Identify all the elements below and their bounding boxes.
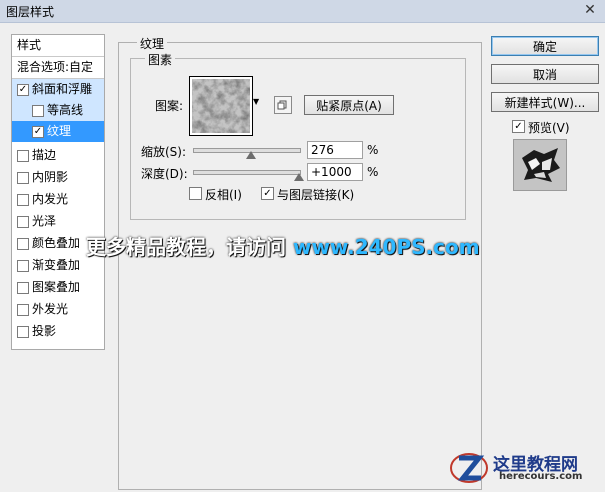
scale-input[interactable]: 276 (307, 141, 363, 159)
style-item-inner-glow[interactable]: 内发光 (12, 189, 104, 210)
new-preset-icon[interactable] (274, 96, 292, 114)
style-item-inner-shadow[interactable]: 内阴影 (12, 167, 104, 188)
preview-label: 预览(V) (528, 121, 570, 135)
preview-checkbox[interactable]: ✓ (512, 120, 525, 133)
site-logo-url: herecours.com (499, 471, 583, 482)
style-item-checkbox[interactable] (17, 326, 29, 338)
page-icon (277, 100, 287, 110)
depth-label: 深度(D): (141, 167, 188, 181)
style-item-stroke[interactable]: 描边 (12, 145, 104, 166)
style-item-contour[interactable]: 等高线 (12, 100, 104, 121)
style-item-pattern-overlay[interactable]: 图案叠加 (12, 277, 104, 298)
style-item-checkbox[interactable] (17, 194, 29, 206)
dialog-title-bar: 图层样式 ✕ (0, 0, 605, 23)
graffiti-preview-icon (514, 140, 566, 190)
pattern-dropdown-icon[interactable]: ▼ (253, 97, 259, 106)
style-item-satin[interactable]: 光泽 (12, 211, 104, 232)
style-item-outer-glow[interactable]: 外发光 (12, 299, 104, 320)
style-item-checkbox[interactable] (17, 172, 29, 184)
style-item-checkbox[interactable] (17, 304, 29, 316)
z-logo-icon (450, 453, 488, 483)
depth-slider-thumb[interactable] (294, 173, 304, 181)
style-item-checkbox[interactable]: ✓ (17, 84, 29, 96)
pattern-label: 图案: (155, 99, 184, 113)
watermark-text: 更多精品教程，请访问 (86, 235, 286, 259)
dialog-title: 图层样式 (6, 5, 55, 19)
style-item-checkbox[interactable] (17, 282, 29, 294)
scale-unit: % (367, 143, 379, 157)
style-item-bevel-emboss[interactable]: ✓ 斜面和浮雕 (12, 79, 104, 100)
style-item-checkbox[interactable] (17, 238, 29, 250)
watermark-url: www.240PS.com (292, 235, 480, 259)
dialog-client: 样式 混合选项:自定 ✓ 斜面和浮雕 等高线 ✓ 纹理 描边 内阴影 内发光 光… (0, 23, 605, 492)
styles-list: 样式 混合选项:自定 ✓ 斜面和浮雕 等高线 ✓ 纹理 描边 内阴影 内发光 光… (11, 34, 105, 350)
scale-slider-thumb[interactable] (246, 151, 257, 159)
depth-input[interactable]: +1000 (307, 163, 363, 181)
watermark-banner: 更多精品教程，请访问 www.240PS.com (86, 231, 480, 260)
style-preview-thumbnail (513, 139, 567, 191)
style-item-checkbox[interactable] (32, 105, 44, 117)
style-item-drop-shadow[interactable]: 投影 (12, 321, 104, 342)
style-item-texture[interactable]: ✓ 纹理 (12, 121, 104, 142)
style-item-checkbox[interactable]: ✓ (32, 126, 44, 138)
site-logo: 这里教程网 herecours.com (449, 448, 599, 488)
style-item-checkbox[interactable] (17, 260, 29, 272)
elements-subgroup: 图素 图案: ▼ 贴紧原点(A) 缩放(S): 276 % 深度(D): +10… (130, 51, 466, 220)
new-style-button[interactable]: 新建样式(W)... (491, 92, 599, 112)
style-item-checkbox[interactable] (17, 216, 29, 228)
clouds-pattern-icon (192, 79, 250, 133)
elements-subgroup-title: 图素 (145, 51, 176, 68)
close-icon[interactable]: ✕ (581, 2, 599, 18)
link-with-layer-label: 与图层链接(K) (277, 188, 355, 202)
invert-label: 反相(I) (205, 188, 242, 202)
styles-header[interactable]: 样式 (12, 35, 104, 56)
depth-unit: % (367, 165, 379, 179)
snap-to-origin-button[interactable]: 贴紧原点(A) (304, 95, 394, 115)
scale-label: 缩放(S): (141, 145, 187, 159)
texture-group-title: 纹理 (137, 35, 168, 52)
blend-options-item[interactable]: 混合选项:自定 (12, 57, 104, 78)
pattern-swatch[interactable]: ▼ (189, 76, 259, 136)
invert-checkbox[interactable] (189, 187, 202, 200)
cancel-button[interactable]: 取消 (491, 64, 599, 84)
style-item-checkbox[interactable] (17, 150, 29, 162)
link-with-layer-checkbox[interactable]: ✓ (261, 187, 274, 200)
ok-button[interactable]: 确定 (491, 36, 599, 56)
depth-slider[interactable] (193, 170, 301, 175)
texture-group: 纹理 图素 图案: ▼ 贴紧原点(A) 缩放(S): 276 % 深度(D): … (118, 35, 482, 490)
